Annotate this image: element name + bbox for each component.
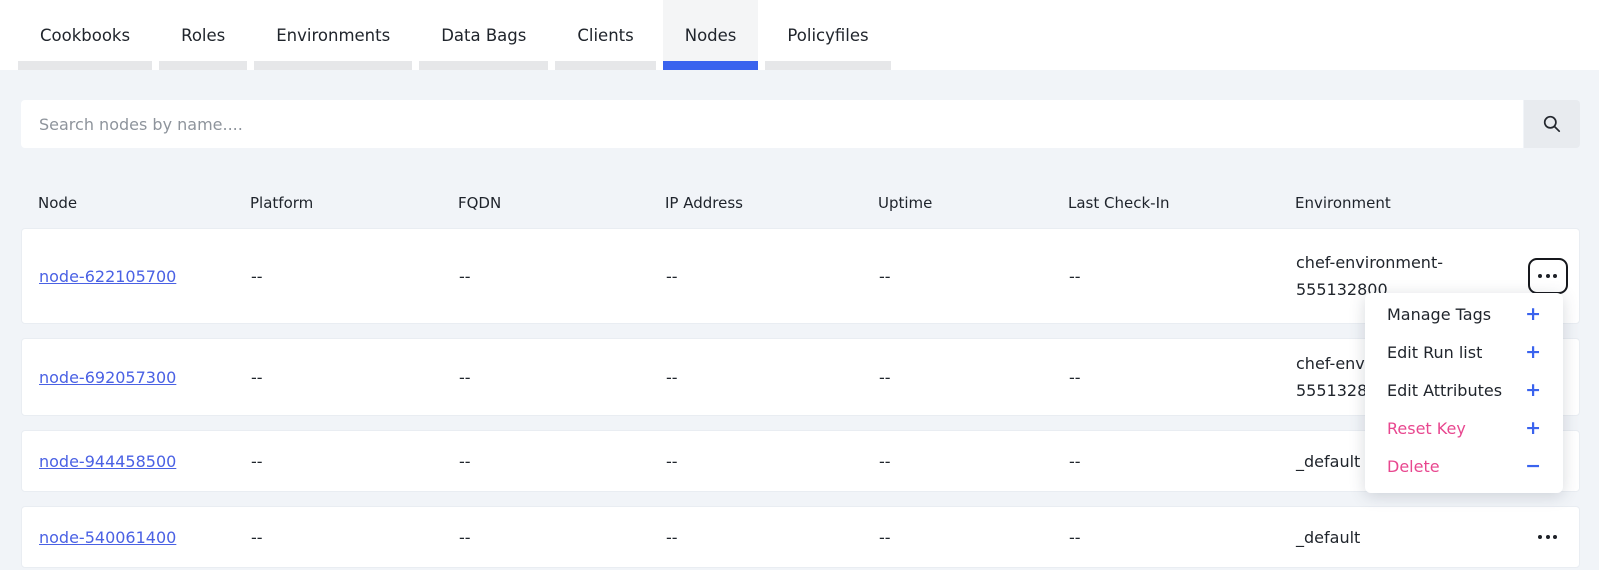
menu-item-edit-attributes[interactable]: Edit Attributes + [1365,371,1563,409]
tab-label: Cookbooks [40,26,130,45]
last-check-in-cell: -- [1069,528,1296,547]
table-row: node-540061400 -- -- -- -- -- _default [21,506,1580,568]
last-check-in-cell: -- [1069,368,1296,387]
search-bar [21,100,1580,148]
last-check-in-cell: -- [1069,452,1296,471]
row-actions-button[interactable] [1528,258,1568,294]
table-header: Node Platform FQDN IP Address Uptime Las… [21,178,1580,228]
menu-item-delete[interactable]: Delete − [1365,447,1563,485]
row-actions-button[interactable] [1532,529,1563,545]
table-row: node-622105700 -- -- -- -- -- chef-envir… [21,228,1580,324]
last-check-in-cell: -- [1069,267,1296,286]
ellipsis-icon [1538,535,1557,539]
node-link[interactable]: node-622105700 [39,267,176,286]
platform-cell: -- [251,368,459,387]
column-header-uptime: Uptime [878,194,1068,212]
menu-item-label: Edit Attributes [1387,381,1502,400]
column-header-node: Node [21,194,250,212]
fqdn-cell: -- [459,368,666,387]
table-row: node-944458500 -- -- -- -- -- _default [21,430,1580,492]
menu-item-reset-key[interactable]: Reset Key + [1365,409,1563,447]
platform-cell: -- [251,452,459,471]
plus-icon: + [1525,305,1541,324]
tab-label: Clients [577,26,633,45]
tab-label: Environments [276,26,390,45]
menu-item-label: Manage Tags [1387,305,1491,324]
tab-label: Policyfiles [787,26,868,45]
plus-icon: + [1525,419,1541,438]
ip-address-cell: -- [666,452,879,471]
fqdn-cell: -- [459,452,666,471]
column-header-ip-address: IP Address [665,194,878,212]
minus-icon: − [1525,457,1541,476]
uptime-cell: -- [879,368,1069,387]
tab-clients[interactable]: Clients [555,0,655,70]
search-icon [1542,114,1562,134]
search-button[interactable] [1524,100,1580,148]
row-actions-menu: Manage Tags + Edit Run list + Edit Attri… [1365,293,1563,493]
table-row: node-692057300 -- -- -- -- -- chef-envir… [21,338,1580,416]
menu-item-edit-run-list[interactable]: Edit Run list + [1365,333,1563,371]
column-header-environment: Environment [1295,194,1515,212]
tab-roles[interactable]: Roles [159,0,247,70]
ip-address-cell: -- [666,528,879,547]
uptime-cell: -- [879,528,1069,547]
menu-item-label: Delete [1387,457,1440,476]
search-input[interactable] [21,100,1523,148]
ellipsis-icon [1538,274,1557,278]
tab-cookbooks[interactable]: Cookbooks [18,0,152,70]
fqdn-cell: -- [459,528,666,547]
ip-address-cell: -- [666,267,879,286]
tab-environments[interactable]: Environments [254,0,412,70]
menu-item-label: Reset Key [1387,419,1466,438]
tab-label: Roles [181,26,225,45]
tab-label: Nodes [685,26,737,45]
column-header-platform: Platform [250,194,458,212]
nodes-table: Node Platform FQDN IP Address Uptime Las… [21,178,1580,568]
column-header-last-check-in: Last Check-In [1068,194,1295,212]
tab-data-bags[interactable]: Data Bags [419,0,548,70]
menu-item-manage-tags[interactable]: Manage Tags + [1365,295,1563,333]
column-header-fqdn: FQDN [458,194,665,212]
tab-label: Data Bags [441,26,526,45]
tab-nodes[interactable]: Nodes [663,0,759,70]
ip-address-cell: -- [666,368,879,387]
plus-icon: + [1525,381,1541,400]
platform-cell: -- [251,528,459,547]
tabs-bar: Cookbooks Roles Environments Data Bags C… [0,0,1599,70]
node-link[interactable]: node-944458500 [39,452,176,471]
platform-cell: -- [251,267,459,286]
environment-cell: _default [1296,524,1456,551]
uptime-cell: -- [879,452,1069,471]
menu-item-label: Edit Run list [1387,343,1482,362]
plus-icon: + [1525,343,1541,362]
uptime-cell: -- [879,267,1069,286]
node-link[interactable]: node-540061400 [39,528,176,547]
node-link[interactable]: node-692057300 [39,368,176,387]
tab-policyfiles[interactable]: Policyfiles [765,0,890,70]
fqdn-cell: -- [459,267,666,286]
